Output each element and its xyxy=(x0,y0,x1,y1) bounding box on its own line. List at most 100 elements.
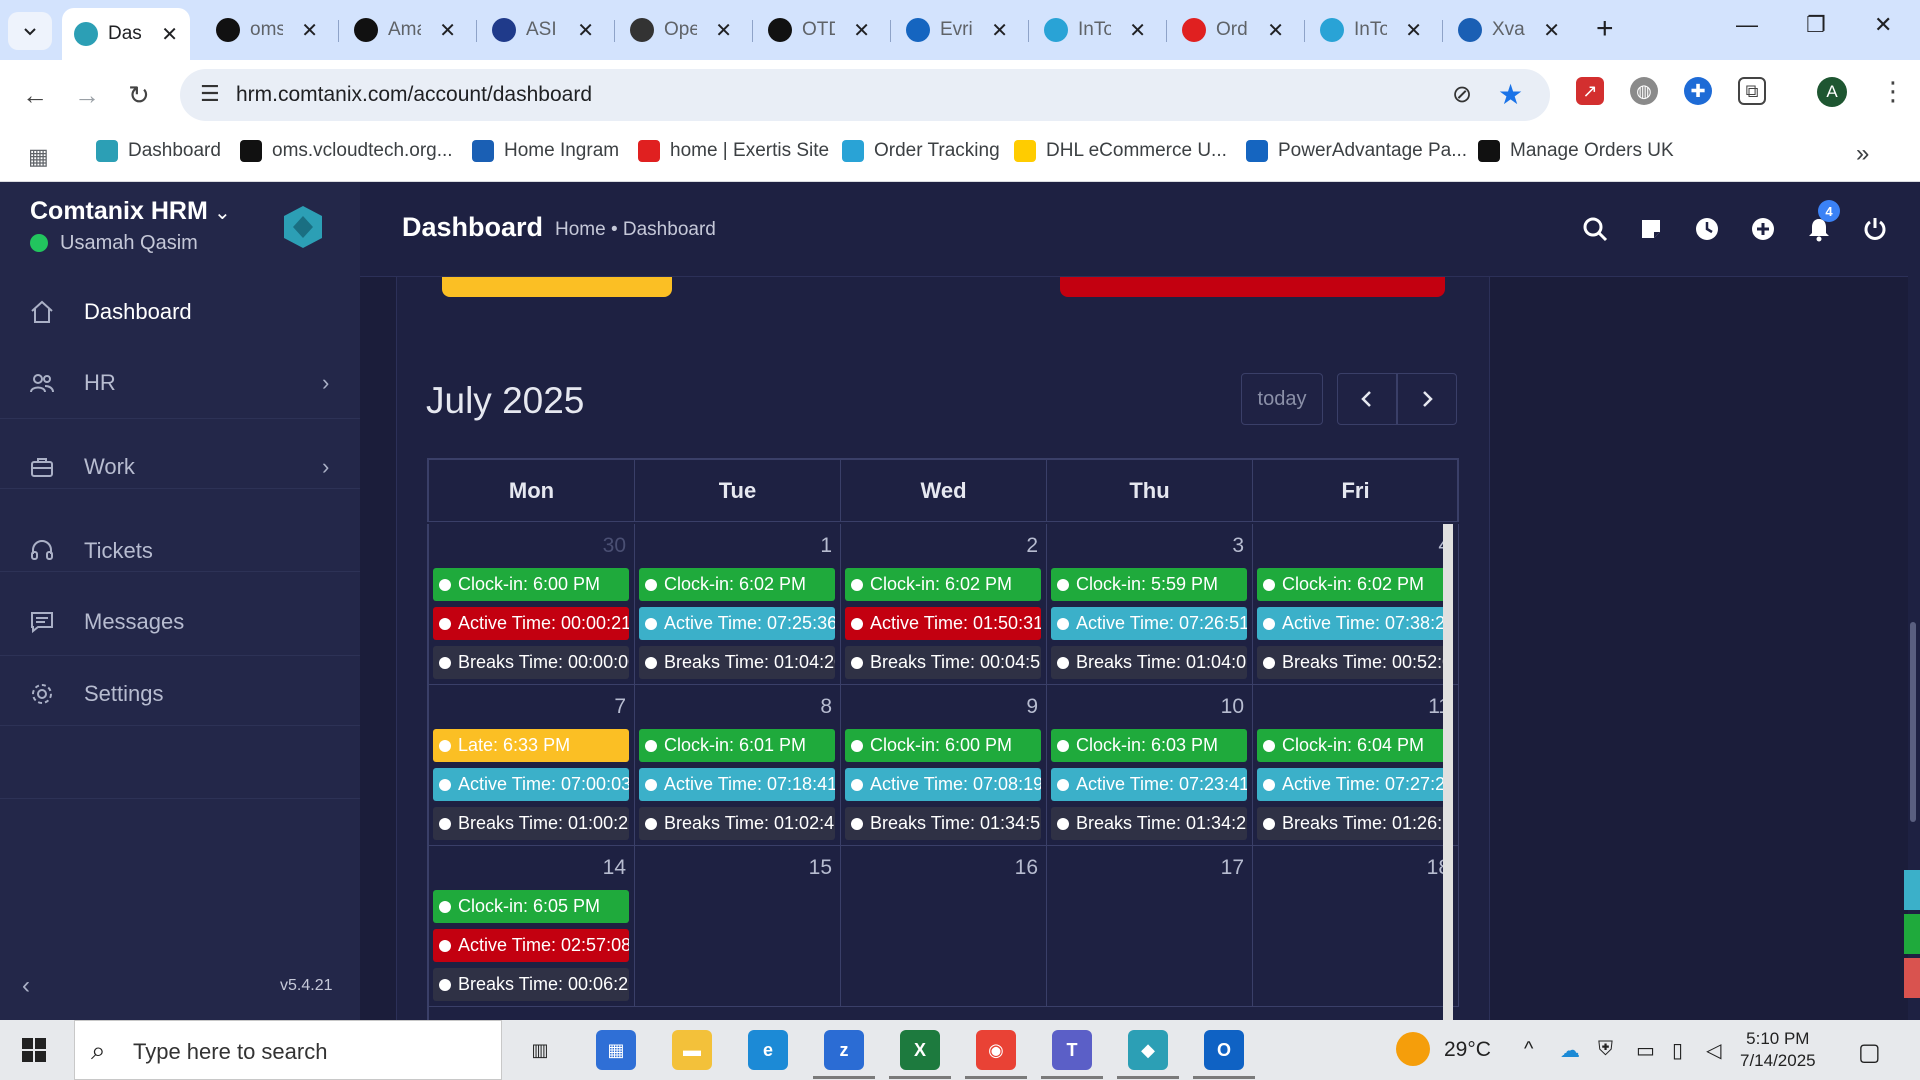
browser-tab[interactable]: Ord ✕ xyxy=(1170,8,1296,52)
task-view-icon[interactable]: ▥ xyxy=(520,1030,560,1070)
apps-grid-icon[interactable]: ▦ xyxy=(28,144,49,170)
calendar-event[interactable]: Clock-in: 6:02 PM xyxy=(1257,568,1453,601)
collapse-sidebar-icon[interactable]: ‹ xyxy=(22,972,30,1000)
day-number[interactable]: 7 xyxy=(614,695,626,719)
taskbar-search[interactable]: ⌕ Type here to search xyxy=(74,1020,502,1080)
calendar-event[interactable]: Active Time: 01:50:31 xyxy=(845,607,1041,640)
chrome-icon[interactable]: ◉ xyxy=(976,1030,1016,1070)
calendar-event[interactable]: Breaks Time: 00:04:56 xyxy=(845,646,1041,679)
calendar-event[interactable]: Breaks Time: 01:26:21 xyxy=(1257,807,1453,840)
more-bookmarks-icon[interactable]: » xyxy=(1856,140,1869,168)
close-tab-icon[interactable]: ✕ xyxy=(1267,18,1284,43)
calendar-event[interactable]: Active Time: 07:00:03 xyxy=(433,768,629,801)
day-number[interactable]: 2 xyxy=(1026,534,1038,558)
minimize-icon[interactable]: — xyxy=(1736,12,1758,38)
search-icon[interactable] xyxy=(1580,214,1610,244)
notification-center-icon[interactable]: ▢ xyxy=(1858,1038,1881,1067)
calendar-event[interactable]: Clock-in: 6:05 PM xyxy=(433,890,629,923)
restore-icon[interactable]: ❐ xyxy=(1806,12,1826,38)
browser-tab[interactable]: InTo ✕ xyxy=(1032,8,1158,52)
calendar-event[interactable]: Active Time: 07:18:41 xyxy=(639,768,835,801)
pdf-extension-icon[interactable]: ↗ xyxy=(1576,77,1604,105)
calendar-day-cell[interactable]: 10 Clock-in: 6:03 PM Active Time: 07:23:41… xyxy=(1047,685,1253,846)
calendar-event[interactable]: Breaks Time: 00:06:29 xyxy=(433,968,629,1001)
close-tab-icon[interactable]: ✕ xyxy=(301,18,318,43)
power-icon[interactable] xyxy=(1860,214,1890,244)
close-window-icon[interactable]: ✕ xyxy=(1874,12,1892,38)
url-text[interactable]: hrm.comtanix.com/account/dashboard xyxy=(236,83,592,107)
calendar-event[interactable]: Active Time: 07:26:51 xyxy=(1051,607,1247,640)
calendar-day-cell[interactable]: 4Clock-in: 6:02 PMActive Time: 07:38:21B… xyxy=(1253,524,1459,685)
calendar-day-cell[interactable]: 2 Clock-in: 6:02 PM Active Time: 01:50:31 B… xyxy=(841,524,1047,685)
tab-search-button[interactable] xyxy=(8,12,52,50)
calendar-day-cell[interactable]: 8 Clock-in: 6:01 PM Active Time: 07:18:41 B… xyxy=(635,685,841,846)
browser-tab[interactable]: oms ✕ xyxy=(204,8,330,52)
calendar-event[interactable]: Active Time: 00:00:21 xyxy=(433,607,629,640)
calendar-scrollbar[interactable] xyxy=(1443,524,1453,1020)
calendar-event[interactable]: Clock-in: 5:59 PM xyxy=(1051,568,1247,601)
calendar-day-cell[interactable]: 3 Clock-in: 5:59 PM Active Time: 07:26:51 B… xyxy=(1047,524,1253,685)
breadcrumb[interactable]: Home • Dashboard xyxy=(555,219,716,241)
weather-icon[interactable] xyxy=(1396,1032,1430,1066)
calendar-day-cell[interactable]: 11 Clock-in: 6:04 PM Active Time: 07:27:21… xyxy=(1253,685,1459,846)
browser-tab[interactable]: Dasl ✕ xyxy=(62,8,190,60)
browser-tab[interactable]: Xvar ✕ xyxy=(1446,8,1572,52)
comtanix-app-icon[interactable]: ◆ xyxy=(1128,1030,1168,1070)
side-tab-red[interactable] xyxy=(1904,958,1920,998)
network-extension-icon[interactable]: ✚ xyxy=(1684,77,1712,105)
browser-tab[interactable]: OTD ✕ xyxy=(756,8,882,52)
edge-icon[interactable]: e xyxy=(748,1030,788,1070)
close-tab-icon[interactable]: ✕ xyxy=(577,18,594,43)
close-tab-icon[interactable]: ✕ xyxy=(161,22,178,47)
browser-tab[interactable]: Ope ✕ xyxy=(618,8,744,52)
notes-icon[interactable] xyxy=(1636,214,1666,244)
calendar-event[interactable]: Active Time: 02:57:08 xyxy=(433,929,629,962)
calendar-day-cell[interactable]: 18 xyxy=(1253,846,1459,1007)
day-number[interactable]: 30 xyxy=(603,534,626,558)
calendar-day-cell[interactable]: 30 Clock-in: 6:00 PM Active Time: 00:00:21… xyxy=(429,524,635,685)
reload-icon[interactable]: ↻ xyxy=(128,80,150,111)
side-tab-green[interactable] xyxy=(1904,914,1920,954)
teams-icon[interactable]: T xyxy=(1052,1030,1092,1070)
prev-month-button[interactable] xyxy=(1337,373,1397,425)
security-icon[interactable]: ⛨ xyxy=(1598,1038,1613,1061)
close-tab-icon[interactable]: ✕ xyxy=(853,18,870,43)
close-tab-icon[interactable]: ✕ xyxy=(1405,18,1422,43)
calendar-event[interactable]: Breaks Time: 01:34:26 xyxy=(1051,807,1247,840)
forward-icon[interactable]: → xyxy=(74,80,100,111)
day-number[interactable]: 9 xyxy=(1026,695,1038,719)
calendar-event[interactable]: Clock-in: 6:02 PM xyxy=(845,568,1041,601)
zoho-icon[interactable]: z xyxy=(824,1030,864,1070)
browser-tab[interactable]: InTo ✕ xyxy=(1308,8,1434,52)
browser-menu-icon[interactable]: ⋮ xyxy=(1880,76,1906,107)
calendar-event[interactable]: Active Time: 07:38:21 xyxy=(1257,607,1453,640)
profile-avatar[interactable]: A xyxy=(1817,77,1847,107)
back-icon[interactable]: ← xyxy=(22,80,48,111)
calendar-event[interactable]: Clock-in: 6:03 PM xyxy=(1051,729,1247,762)
day-number[interactable]: 1 xyxy=(820,534,832,558)
calendar-event[interactable]: Active Time: 07:08:19 xyxy=(845,768,1041,801)
volume-icon[interactable]: ◁ xyxy=(1706,1038,1721,1063)
sidebar-item-hr[interactable]: HR › xyxy=(0,348,360,418)
tray-chevron-up-icon[interactable]: ^ xyxy=(1524,1038,1533,1061)
day-number[interactable]: 14 xyxy=(603,856,626,880)
calendar-event[interactable]: Active Time: 07:25:36 xyxy=(639,607,835,640)
sidebar-item-messages[interactable]: Messages xyxy=(0,587,360,657)
bookmark-item[interactable]: oms.vcloudtech.org... xyxy=(240,140,453,162)
chevron-down-icon[interactable]: ⌄ xyxy=(214,200,231,225)
calendar-event[interactable]: Clock-in: 6:00 PM xyxy=(845,729,1041,762)
side-tab-teal[interactable] xyxy=(1904,870,1920,910)
browser-tab[interactable]: Evri ✕ xyxy=(894,8,1020,52)
extensions-puzzle-icon[interactable]: ⧉ xyxy=(1738,77,1766,105)
new-tab-button[interactable]: + xyxy=(1596,12,1614,46)
battery-icon[interactable]: ▭ xyxy=(1636,1038,1655,1063)
close-tab-icon[interactable]: ✕ xyxy=(1129,18,1146,43)
calendar-day-cell[interactable]: 15 xyxy=(635,846,841,1007)
calendar-event[interactable]: Breaks Time: 00:00:00 xyxy=(433,646,629,679)
calendar-day-cell[interactable]: 14 Clock-in: 6:05 PM Active Time: 02:57:08… xyxy=(429,846,635,1007)
browser-tab[interactable]: Ama ✕ xyxy=(342,8,468,52)
weather-temp[interactable]: 29°C xyxy=(1444,1038,1491,1062)
globe-extension-icon[interactable]: ◍ xyxy=(1630,77,1658,105)
bookmark-item[interactable]: Home Ingram xyxy=(472,140,619,162)
calendar-event[interactable]: Clock-in: 6:01 PM xyxy=(639,729,835,762)
